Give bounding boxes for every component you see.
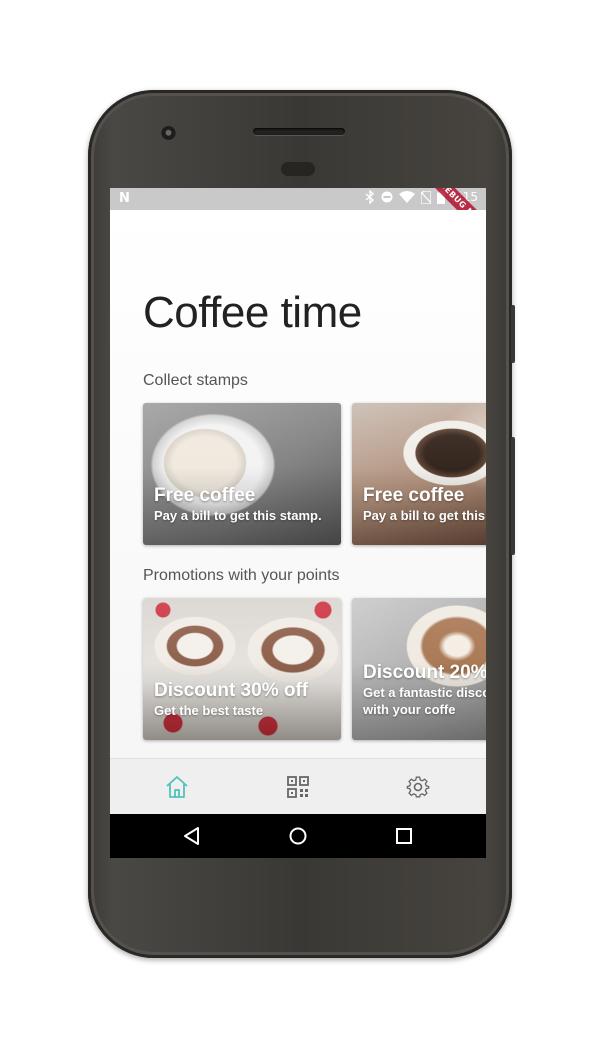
wifi-icon: [399, 191, 416, 203]
earpiece-speaker: [253, 128, 345, 135]
card-subtitle: Get a fantastic disco with your coffe: [363, 685, 486, 717]
stamp-card[interactable]: Free coffee Pay a bill to get this: [352, 403, 486, 545]
device-frame: N 1:15 DEBUG MOD: [0, 0, 600, 1062]
card-subtitle: Get the best taste: [154, 703, 264, 718]
card-subtitle: Pay a bill to get this: [363, 508, 486, 523]
proximity-sensor: [281, 162, 315, 176]
bluetooth-icon: [365, 190, 375, 204]
promotion-card[interactable]: Discount 30% off Get the best taste: [143, 598, 341, 740]
card-title: Discount 30% off: [154, 680, 309, 701]
card-title: Discount 20%: [363, 662, 486, 683]
do-not-disturb-icon: [381, 191, 393, 203]
stamps-section-title: Collect stamps: [143, 372, 248, 389]
front-camera: [161, 126, 176, 141]
card-title: Free coffee: [363, 485, 465, 506]
home-icon[interactable]: [163, 773, 191, 801]
card-overlay: [143, 403, 341, 545]
home-circle-icon[interactable]: [288, 826, 308, 846]
card-title: Free coffee: [154, 485, 256, 506]
bottom-navigation: [110, 758, 486, 815]
promotions-section-title: Promotions with your points: [143, 567, 340, 584]
page-title: Coffee time: [143, 288, 362, 337]
system-navigation-bar: [110, 814, 486, 858]
card-overlay: [352, 403, 486, 545]
notification-n-icon: N: [119, 191, 130, 206]
settings-gear-icon[interactable]: [404, 773, 432, 801]
qr-code-icon[interactable]: [284, 773, 312, 801]
back-icon[interactable]: [182, 826, 202, 846]
status-bar: N 1:15 DEBUG MOD: [110, 188, 486, 248]
recents-icon[interactable]: [394, 826, 414, 846]
promotion-card[interactable]: Discount 20% Get a fantastic disco with …: [352, 598, 486, 740]
no-sim-icon: [421, 190, 432, 204]
power-button: [511, 305, 515, 363]
card-overlay: [143, 598, 341, 740]
home-content: Coffee time Collect stamps Free coffee P…: [110, 210, 486, 758]
stamp-card[interactable]: Free coffee Pay a bill to get this stamp…: [143, 403, 341, 545]
volume-button: [511, 437, 515, 555]
app-screen: N 1:15 DEBUG MOD: [110, 188, 486, 858]
card-subtitle: Pay a bill to get this stamp.: [154, 508, 322, 523]
